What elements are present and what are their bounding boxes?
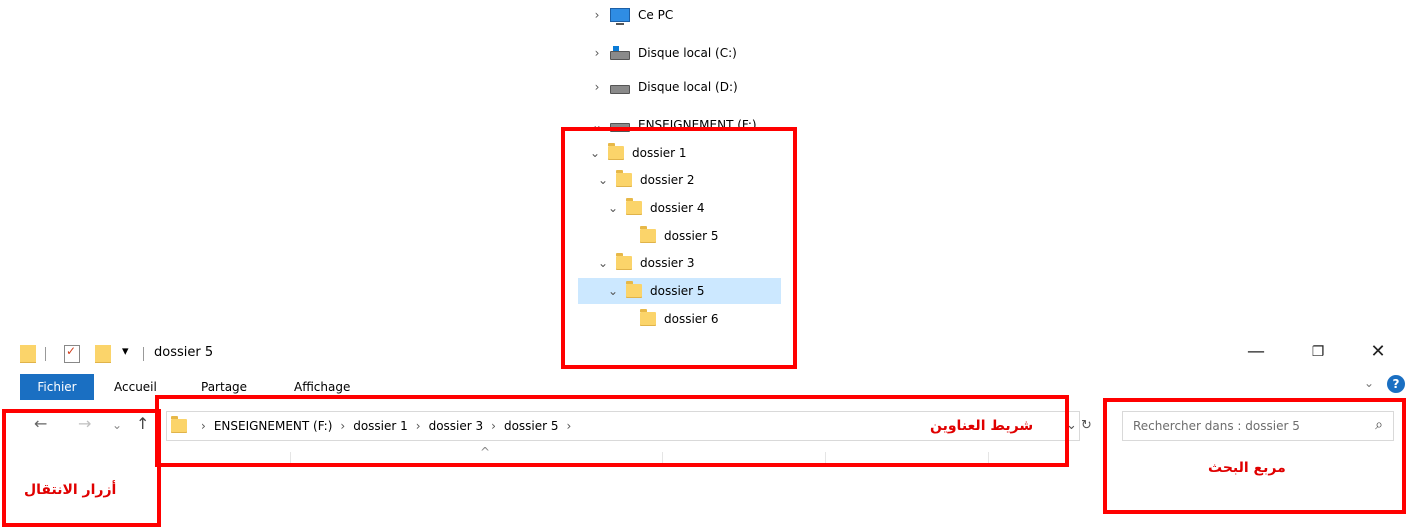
chevron-right-icon[interactable]: ›: [590, 46, 604, 60]
windows-drive-icon: [610, 45, 630, 60]
close-button[interactable]: ✕: [1363, 342, 1393, 362]
annotation-nav-box: [2, 409, 161, 527]
tab-accueil[interactable]: Accueil: [114, 380, 157, 394]
refresh-icon[interactable]: ⌄ ↻: [1066, 418, 1092, 433]
computer-icon: [610, 8, 630, 25]
separator: [45, 347, 46, 361]
chevron-right-icon[interactable]: ›: [590, 80, 604, 94]
separator: [143, 347, 144, 361]
annotation-label-address-bar: شريط العناوين: [930, 418, 1034, 434]
minimize-button[interactable]: —: [1241, 342, 1271, 362]
expand-ribbon-icon[interactable]: ⌄: [1364, 376, 1374, 390]
restore-button[interactable]: ❐: [1303, 342, 1333, 362]
tree-item-this-pc[interactable]: › Ce PC: [590, 2, 673, 28]
tree-item-label: Ce PC: [638, 8, 674, 22]
chevron-right-icon[interactable]: ›: [590, 8, 604, 22]
tab-partage[interactable]: Partage: [201, 380, 247, 394]
properties-icon[interactable]: [64, 344, 80, 363]
annotation-tree-box: [561, 127, 797, 369]
annotation-label-nav-buttons: أزرار الانتقال: [24, 482, 117, 498]
annotation-search-box: [1103, 398, 1406, 514]
customize-quick-access-button[interactable]: ▾: [122, 344, 129, 359]
annotation-label-search-box: مربع البحث: [1208, 460, 1286, 476]
tab-fichier[interactable]: Fichier: [20, 374, 94, 400]
tab-affichage[interactable]: Affichage: [294, 380, 350, 394]
window-title: dossier 5: [154, 345, 214, 360]
tree-item-drive-c[interactable]: › Disque local (C:): [590, 40, 737, 66]
new-folder-icon[interactable]: [95, 345, 111, 363]
tree-item-drive-d[interactable]: › Disque local (D:): [590, 74, 738, 100]
drive-icon: [610, 84, 630, 94]
tree-item-label: Disque local (C:): [638, 46, 737, 60]
help-icon[interactable]: ?: [1387, 375, 1405, 393]
tree-item-label: Disque local (D:): [638, 80, 738, 94]
folder-icon: [20, 345, 36, 363]
